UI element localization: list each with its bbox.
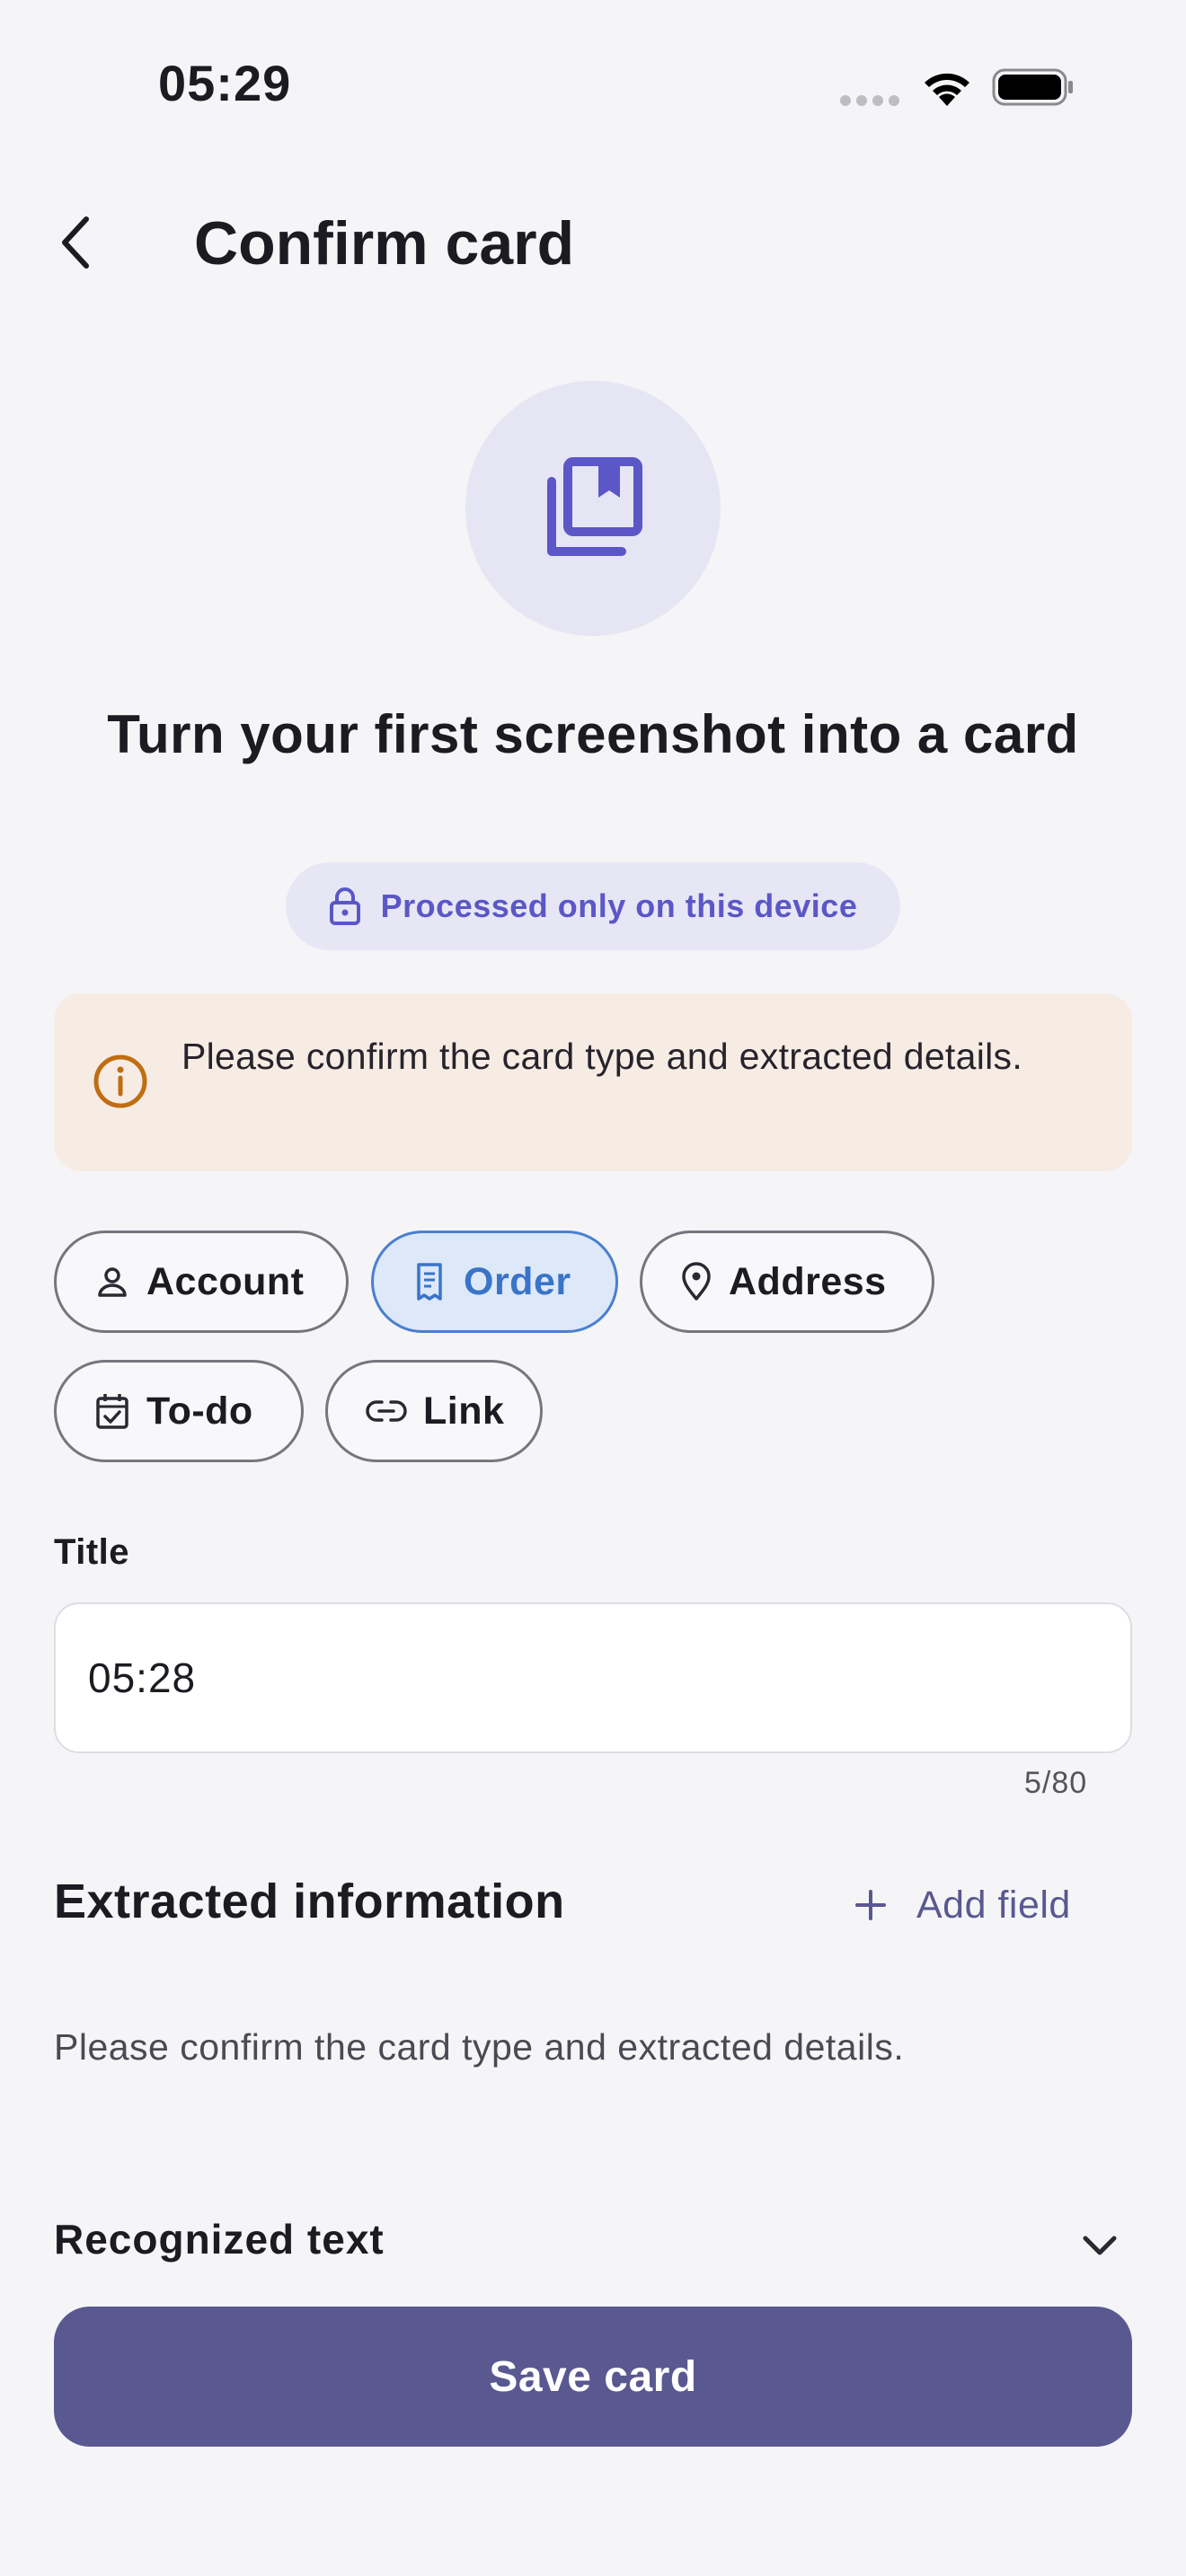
person-icon	[98, 1267, 127, 1297]
extracted-empty-message: Please confirm the card type and extract…	[54, 2026, 905, 2068]
chip-todo[interactable]: To-do	[54, 1360, 304, 1462]
location-pin-icon	[682, 1262, 711, 1301]
extracted-section-title: Extracted information	[54, 1875, 565, 1928]
cellular-signal-icon	[840, 95, 899, 106]
lock-icon	[329, 887, 360, 925]
privacy-badge: Processed only on this device	[286, 862, 900, 950]
chip-label: Account	[146, 1259, 305, 1303]
battery-icon	[992, 68, 1073, 106]
chip-label: To-do	[146, 1389, 253, 1433]
chip-address[interactable]: Address	[640, 1231, 934, 1333]
chip-link[interactable]: Link	[325, 1360, 543, 1462]
bookmark-stack-icon	[547, 457, 642, 556]
link-icon	[366, 1400, 407, 1422]
page-title: Confirm card	[194, 209, 575, 278]
chevron-down-icon[interactable]	[1076, 2222, 1123, 2269]
chip-order[interactable]: Order	[371, 1231, 618, 1333]
title-label: Title	[54, 1532, 130, 1572]
chip-label: Address	[729, 1259, 887, 1303]
chip-label: Order	[464, 1259, 571, 1303]
status-time: 05:29	[158, 55, 292, 111]
info-icon	[93, 1054, 147, 1108]
chevron-left-icon	[62, 216, 89, 269]
calendar-check-icon	[96, 1394, 128, 1429]
wifi-icon	[925, 73, 969, 106]
title-input[interactable]	[54, 1602, 1132, 1753]
title-char-count: 5/80	[1024, 1766, 1088, 1800]
chip-label: Link	[423, 1389, 505, 1433]
notice-text: Please confirm the card type and extract…	[181, 1036, 1023, 1077]
hero-icon-circle	[465, 381, 721, 636]
privacy-label: Processed only on this device	[380, 887, 858, 924]
chip-account[interactable]: Account	[54, 1231, 349, 1333]
recognized-text-toggle[interactable]: Recognized text	[54, 2215, 385, 2263]
receipt-icon	[417, 1263, 442, 1301]
headline: Turn your first screenshot into a card	[107, 704, 1079, 764]
plus-icon	[855, 1890, 886, 1920]
back-button[interactable]	[47, 202, 104, 283]
add-field-button[interactable]: Add field	[854, 1874, 1071, 1936]
add-field-label: Add field	[916, 1883, 1071, 1927]
save-card-button[interactable]: Save card	[54, 2307, 1132, 2447]
